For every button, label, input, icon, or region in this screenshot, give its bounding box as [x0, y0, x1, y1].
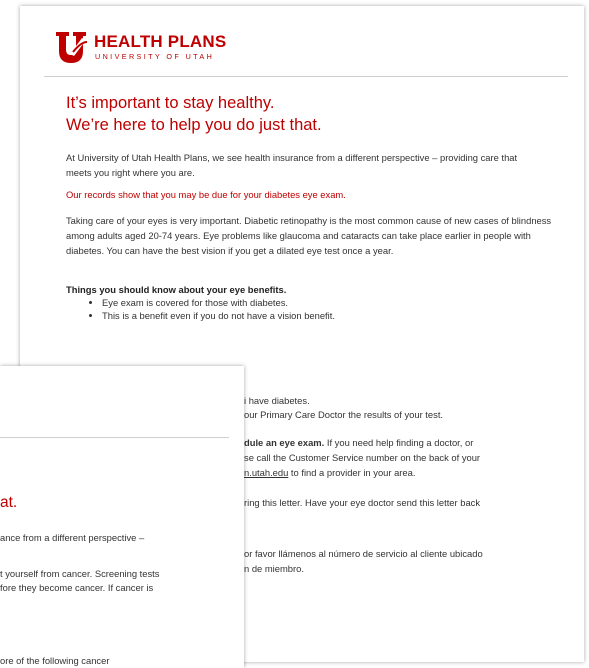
logo-subtitle: UNIVERSITY OF UTAH [95, 52, 215, 61]
benefits-heading: Things you should know about your eye be… [66, 284, 287, 295]
partial-line: our Primary Care Doctor the results of y… [244, 409, 444, 420]
logo-name: HEALTH PLANS [94, 32, 227, 51]
headline-line-2: We’re here to help you do just that. [66, 116, 322, 134]
intro-fragment: ance from a different perspective – [0, 532, 145, 543]
partial-line: ring this letter. Have your eye doctor s… [244, 497, 481, 508]
partial-line: i have diabetes. [244, 395, 310, 406]
list-item: Eye exam is covered for those with diabe… [102, 296, 335, 309]
cancer-screening-letter: at. ance from a different perspective – … [0, 366, 244, 668]
headline-line-1: It’s important to stay healthy. [66, 94, 275, 112]
partial-line: n de miembro. [244, 563, 304, 574]
intro-paragraph: At University of Utah Health Plans, we s… [66, 152, 518, 178]
help-text: If you need help finding a doctor, or [324, 437, 474, 448]
exam-call-to-action: dule an eye exam. [244, 437, 325, 448]
provider-search-link[interactable]: n.utah.edu [244, 467, 288, 478]
cancer-text-line: fore they become cancer. If cancer is [0, 582, 154, 593]
partial-line: n.utah.edu to find a provider in your ar… [244, 465, 415, 480]
eye-care-paragraph: Taking care of your eyes is very importa… [66, 215, 552, 256]
benefits-list: Eye exam is covered for those with diabe… [82, 296, 335, 322]
block-u-logo-icon [56, 32, 88, 63]
header-divider [44, 76, 568, 77]
health-plans-logo: HEALTH PLANS UNIVERSITY OF UTAH [56, 32, 256, 68]
partial-line: se call the Customer Service number on t… [244, 452, 481, 463]
records-notice: Our records show that you may be due for… [66, 189, 346, 200]
headline-fragment: at. [0, 494, 18, 511]
header-divider [0, 437, 229, 438]
cancer-text-line: t yourself from cancer. Screening tests [0, 568, 160, 579]
list-item: This is a benefit even if you do not hav… [102, 309, 335, 322]
records-fragment: ore of the following cancer [0, 655, 110, 666]
partial-line: or favor llámenos al número de servicio … [244, 548, 483, 559]
partial-line: dule an eye exam. If you need help findi… [244, 435, 473, 450]
link-suffix: to find a provider in your area. [288, 467, 416, 478]
